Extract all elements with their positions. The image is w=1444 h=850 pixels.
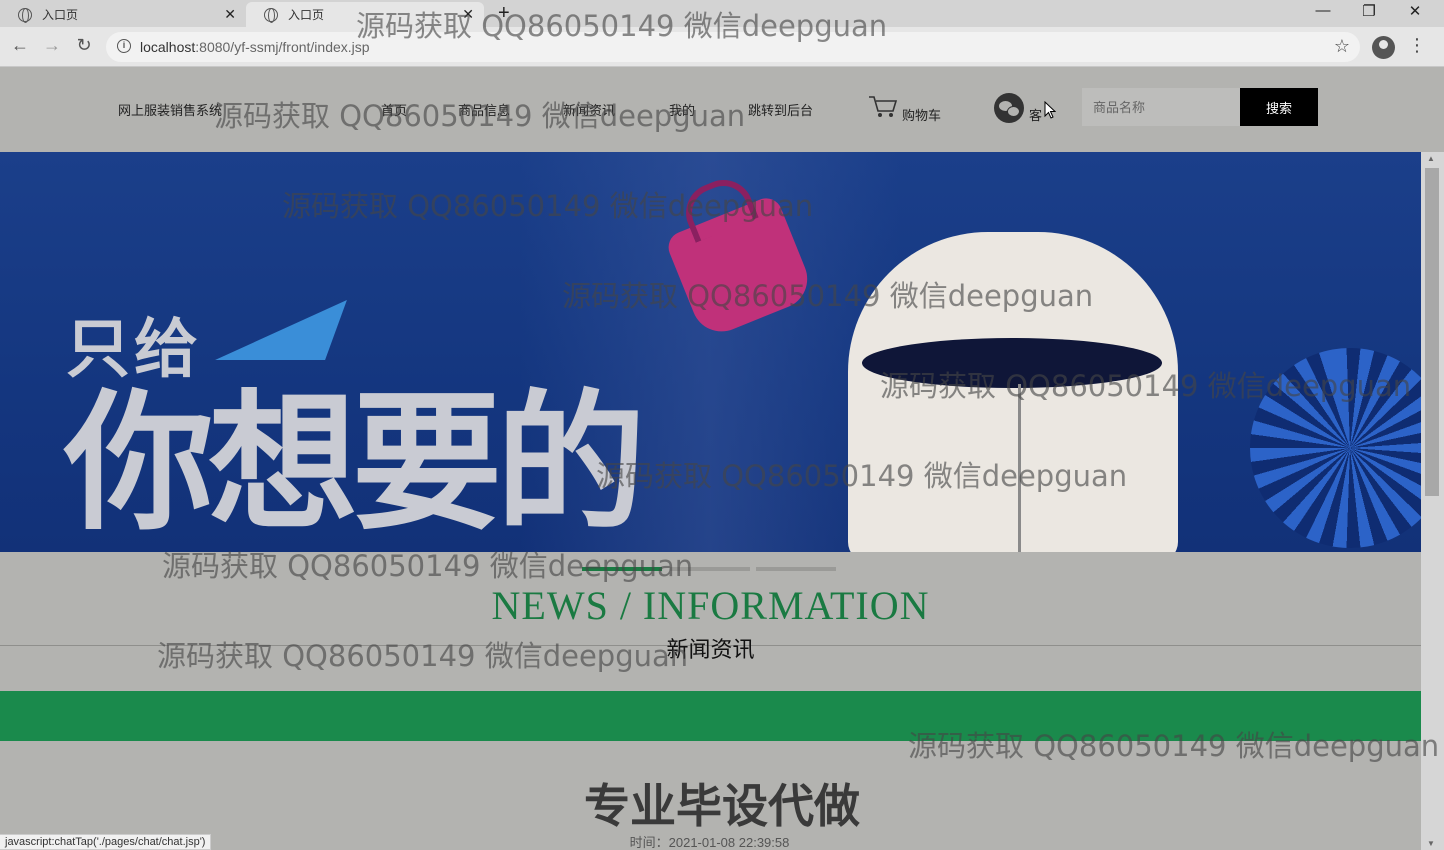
news-time: 时间：2021-01-08 22:39:58: [629, 835, 790, 850]
nav-link-home[interactable]: 首页: [381, 100, 407, 119]
scroll-down-arrow-icon[interactable]: ▼: [1427, 839, 1435, 848]
browser-toolbar: ← → ↻ i localhost:8080/yf-ssmj/front/ind…: [0, 27, 1444, 67]
nav-link-mine[interactable]: 我的: [669, 100, 695, 119]
nav-link-news[interactable]: 新闻资讯: [563, 100, 615, 119]
forward-arrow-icon[interactable]: →: [40, 35, 64, 56]
search-button[interactable]: 搜索: [1240, 88, 1318, 126]
zipper-image: [1018, 384, 1021, 552]
carousel-dot-2[interactable]: [670, 567, 750, 571]
news-headline[interactable]: 专业毕设代做: [0, 770, 1421, 836]
close-tab-icon[interactable]: ✕: [224, 6, 236, 23]
product-search-input[interactable]: [1082, 88, 1240, 126]
wechat-icon[interactable]: [994, 93, 1024, 123]
fan-decoration-image: [1234, 332, 1421, 552]
nav-link-products[interactable]: 商品信息: [458, 100, 510, 119]
page-content: 网上服装销售系统 首页 商品信息 新闻资讯 我的 跳转到后台 购物车 客 搜索 …: [0, 68, 1421, 850]
close-window-button[interactable]: ✕: [1403, 2, 1427, 20]
address-bar[interactable]: i localhost:8080/yf-ssmj/front/index.jsp…: [106, 32, 1360, 62]
carousel-dot-3[interactable]: [756, 567, 836, 571]
browser-tab-active[interactable]: 入口页 ✕: [246, 2, 484, 27]
tab-title: 入口页: [288, 8, 325, 22]
close-tab-icon[interactable]: ✕: [462, 6, 474, 23]
profile-avatar-icon[interactable]: [1372, 36, 1395, 59]
browser-tab[interactable]: 入口页 ✕: [0, 2, 246, 27]
mouse-cursor-icon: [1044, 101, 1056, 119]
url-text: localhost:8080/yf-ssmj/front/index.jsp: [140, 39, 370, 55]
globe-icon: [264, 7, 278, 23]
bookmark-star-icon[interactable]: ☆: [1334, 36, 1350, 57]
customer-service-label[interactable]: 客: [1029, 105, 1042, 124]
back-arrow-icon[interactable]: ←: [8, 35, 32, 56]
news-green-bar: [0, 691, 1421, 741]
news-section-title: NEWS / INFORMATION: [491, 583, 930, 628]
url-host: localhost: [140, 39, 196, 55]
globe-icon: [18, 7, 32, 23]
browser-tab-bar: 入口页 ✕ 入口页 ✕ + — ❐ ✕: [0, 0, 1444, 27]
fur-collar-image: [862, 338, 1162, 388]
carousel-dot-1[interactable]: [582, 567, 662, 571]
maximize-button[interactable]: ❐: [1357, 2, 1381, 20]
page-scrollbar[interactable]: ▲ ▼: [1421, 152, 1444, 850]
site-brand[interactable]: 网上服装销售系统: [118, 100, 222, 119]
cart-label[interactable]: 购物车: [902, 105, 941, 124]
minimize-button[interactable]: —: [1311, 2, 1335, 19]
site-navigation: 网上服装销售系统 首页 商品信息 新闻资讯 我的 跳转到后台 购物车 客 搜索: [0, 68, 1421, 152]
tab-title: 入口页: [42, 8, 79, 22]
banner-headline: 你想要的: [64, 377, 646, 551]
coat-image: [848, 232, 1178, 552]
url-path: :8080/yf-ssmj/front/index.jsp: [195, 39, 370, 55]
hero-banner[interactable]: 只给 你想要的: [0, 152, 1421, 552]
news-section-subtitle: 新闻资讯: [666, 637, 755, 662]
info-icon[interactable]: i: [117, 39, 131, 53]
nav-link-admin[interactable]: 跳转到后台: [748, 100, 813, 119]
new-tab-button[interactable]: +: [498, 2, 510, 25]
scroll-up-arrow-icon[interactable]: ▲: [1427, 154, 1435, 163]
menu-kebab-icon[interactable]: ⋮: [1408, 35, 1426, 56]
shopping-cart-icon[interactable]: [868, 95, 898, 119]
scrollbar-thumb[interactable]: [1425, 168, 1439, 496]
reload-icon[interactable]: ↻: [72, 35, 96, 56]
triangle-decoration-icon: [215, 300, 347, 360]
status-bar-link: javascript:chatTap('./pages/chat/chat.js…: [0, 834, 212, 850]
